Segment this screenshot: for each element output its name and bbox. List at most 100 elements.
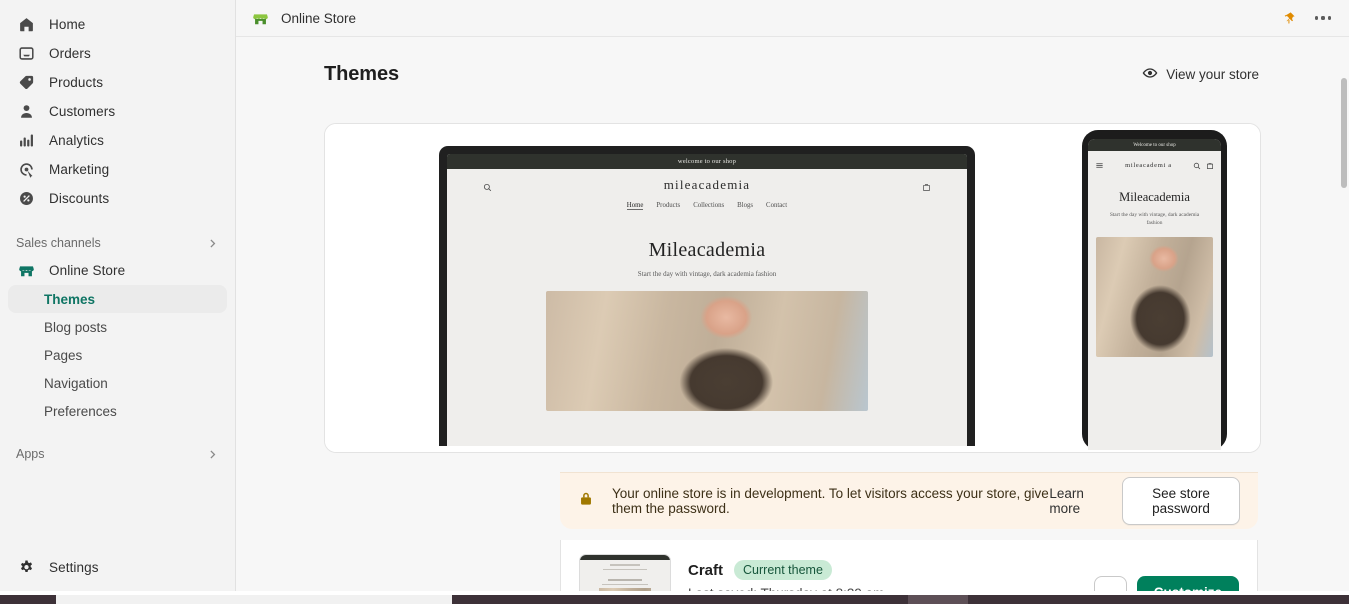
theme-thumbnail-bar: [580, 555, 670, 560]
store-announcement-bar-mobile: Welcome to our shop: [1088, 139, 1221, 151]
store-hero-subtext-mobile: Start the day with vintage, dark academi…: [1109, 212, 1200, 227]
sidebar-item-discounts[interactable]: Discounts: [8, 184, 227, 213]
store-hero-heading: Mileacademia: [648, 239, 766, 261]
development-store-banner: Your online store is in development. To …: [560, 472, 1258, 529]
learn-more-link[interactable]: Learn more: [1049, 486, 1099, 516]
sidebar-item-customers[interactable]: Customers: [8, 97, 227, 126]
sidebar: Home Orders Products Customers Analytics: [0, 0, 236, 604]
taskbar-segment[interactable]: [56, 595, 452, 604]
main-area: Online Store Themes View your store welc…: [236, 0, 1349, 604]
cart-icon: [922, 179, 931, 197]
see-store-password-button[interactable]: See store password: [1122, 477, 1240, 525]
chevron-right-icon: [206, 448, 219, 461]
mobile-preview-screen: Welcome to our shop mileacademi a Mileac…: [1088, 139, 1221, 450]
store-logo: mileacademia: [663, 177, 751, 192]
customers-person-icon: [16, 102, 36, 122]
sidebar-item-label: Discounts: [49, 191, 110, 206]
hamburger-menu-icon: [1095, 157, 1104, 175]
store-hero-image: [546, 291, 868, 411]
page-title: Themes: [324, 63, 399, 85]
view-your-store-button[interactable]: View your store: [1142, 65, 1259, 84]
sidebar-item-label: Home: [49, 17, 86, 32]
eye-icon: [1142, 65, 1158, 84]
sidebar-item-blog-posts[interactable]: Blog posts: [8, 313, 227, 341]
store-hero-mobile: Mileacademia Start the day with vintage,…: [1088, 181, 1221, 227]
store-nav-item: Collections: [693, 202, 725, 209]
chevron-right-icon: [206, 237, 219, 250]
search-icon: [1193, 157, 1201, 175]
sidebar-section-sales-channels[interactable]: Sales channels: [8, 230, 227, 256]
mobile-preview[interactable]: Welcome to our shop mileacademi a Mileac…: [1082, 130, 1227, 450]
theme-name: Craft: [688, 561, 724, 579]
store-announcement-bar: welcome to our shop: [447, 154, 967, 169]
desktop-preview-screen: welcome to our shop mileacademia Home Pr…: [447, 154, 967, 446]
development-store-actions: Learn more See store password: [1049, 477, 1240, 525]
sidebar-item-label: Analytics: [49, 133, 104, 148]
apps-label: Apps: [16, 447, 45, 461]
marketing-target-icon: [16, 160, 36, 180]
store-header: mileacademia Home Products Collections B…: [447, 169, 967, 225]
sidebar-item-marketing[interactable]: Marketing: [8, 155, 227, 184]
store-nav-item: Blogs: [737, 202, 754, 209]
scrollbar-thumb[interactable]: [1341, 78, 1347, 188]
sidebar-footer: Settings: [0, 553, 235, 582]
sidebar-subitem-label: Navigation: [44, 375, 108, 391]
taskbar-segment[interactable]: [908, 595, 968, 604]
taskbar-segment[interactable]: [968, 595, 1349, 604]
app-window: Home Orders Products Customers Analytics: [0, 0, 1349, 604]
orders-inbox-icon: [16, 44, 36, 64]
topbar-left: Online Store: [250, 8, 356, 28]
taskbar: [0, 591, 1349, 604]
store-header-mobile: mileacademi a: [1088, 151, 1221, 181]
page-content: Themes View your store welcome to our sh…: [236, 37, 1349, 604]
status-badge: Current theme: [734, 560, 832, 580]
sidebar-subitem-label: Themes: [44, 291, 96, 307]
sidebar-item-themes[interactable]: Themes: [8, 285, 227, 313]
store-hero-image-mobile: [1096, 237, 1213, 358]
sidebar-item-preferences[interactable]: Preferences: [8, 397, 227, 425]
sidebar-item-analytics[interactable]: Analytics: [8, 126, 227, 155]
sidebar-item-label: Online Store: [49, 263, 126, 278]
desktop-preview[interactable]: welcome to our shop mileacademia Home Pr…: [439, 146, 975, 446]
sidebar-item-home[interactable]: Home: [8, 10, 227, 39]
store-hero-heading-mobile: Mileacademia: [1119, 190, 1190, 204]
topbar: Online Store: [236, 0, 1349, 37]
home-icon: [16, 15, 36, 35]
more-horizontal-icon[interactable]: [1313, 8, 1333, 28]
sidebar-item-label: Products: [49, 75, 104, 90]
discounts-percent-icon: [16, 189, 36, 209]
search-icon: [483, 179, 492, 197]
sidebar-item-navigation[interactable]: Navigation: [8, 369, 227, 397]
sidebar-item-online-store[interactable]: Online Store: [8, 256, 227, 285]
theme-name-row: Craft Current theme: [688, 560, 884, 580]
theme-thumbnail-header: [580, 564, 670, 576]
sidebar-section-apps[interactable]: Apps: [8, 441, 227, 467]
view-your-store-label: View your store: [1166, 67, 1259, 82]
store-nav-item: Products: [656, 202, 681, 209]
cart-icon: [1206, 157, 1214, 175]
theme-preview-card: welcome to our shop mileacademia Home Pr…: [324, 123, 1261, 453]
products-tag-icon: [16, 73, 36, 93]
sidebar-subitem-label: Preferences: [44, 403, 117, 419]
sidebar-item-label: Settings: [49, 560, 99, 575]
gear-icon: [16, 558, 36, 578]
store-hero-subtext: Start the day with vintage, dark academi…: [637, 270, 777, 278]
sidebar-subitem-label: Blog posts: [44, 319, 108, 335]
taskbar-segment[interactable]: [0, 595, 56, 604]
topbar-right: [1279, 8, 1339, 28]
store-nav-item: Contact: [766, 202, 788, 209]
sidebar-item-orders[interactable]: Orders: [8, 39, 227, 68]
store-nav: Home Products Collections Blogs Contact: [461, 202, 953, 210]
store-logo-mobile: mileacademi a: [1125, 162, 1172, 170]
sales-channels-label: Sales channels: [16, 236, 101, 250]
sidebar-item-products[interactable]: Products: [8, 68, 227, 97]
pin-icon[interactable]: [1279, 8, 1299, 28]
online-store-icon: [250, 8, 270, 28]
online-store-icon: [16, 261, 36, 281]
taskbar-segment[interactable]: [452, 595, 908, 604]
sidebar-item-label: Marketing: [49, 162, 110, 177]
page-header: Themes View your store: [236, 37, 1349, 86]
sidebar-item-pages[interactable]: Pages: [8, 341, 227, 369]
sidebar-item-settings[interactable]: Settings: [8, 553, 227, 582]
lock-icon: [578, 490, 594, 512]
